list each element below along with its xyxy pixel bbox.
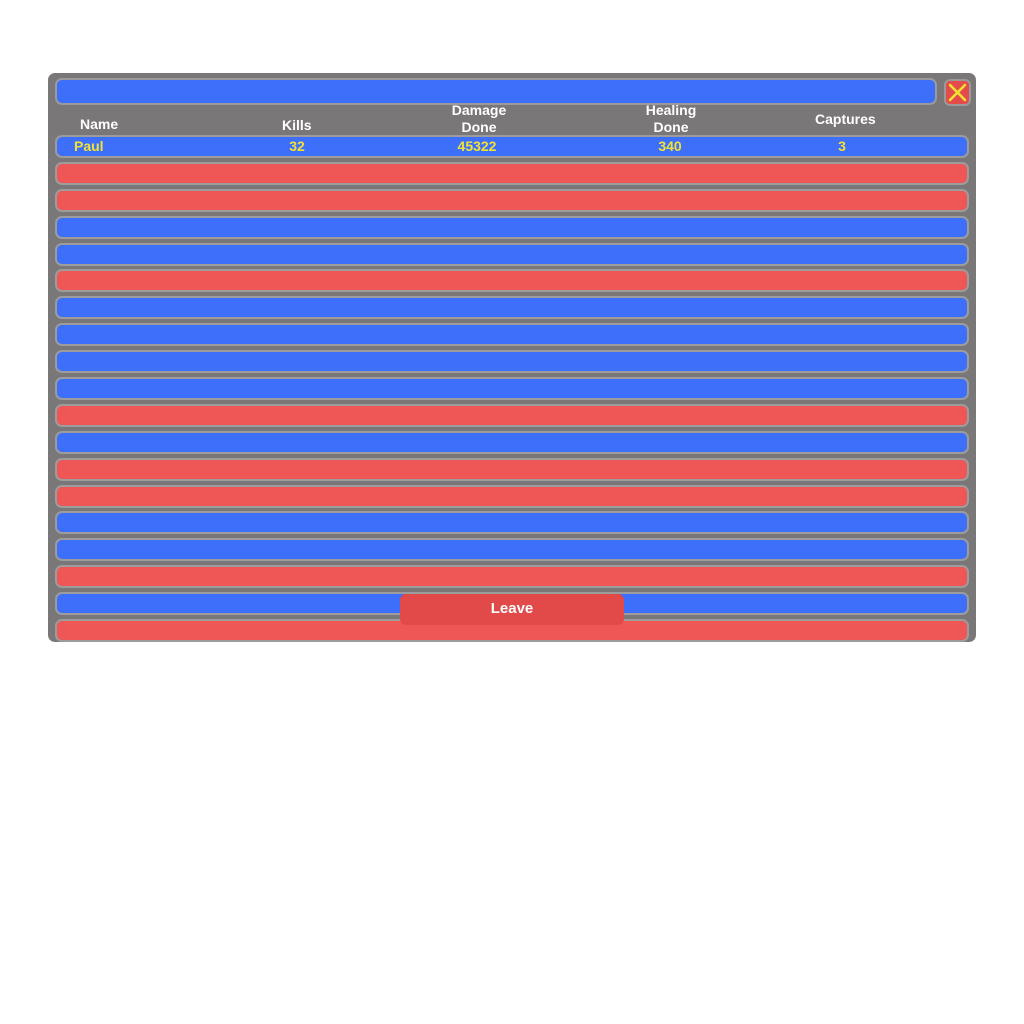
column-header-damage-line2: Done (461, 119, 497, 135)
leave-button[interactable]: Leave (400, 594, 624, 625)
scoreboard-row (55, 269, 969, 293)
player-name: Paul (74, 138, 104, 154)
scoreboard-row (55, 323, 969, 347)
scoreboard-row: Paul 32 45322 340 3 (55, 135, 969, 158)
scoreboard-row (55, 350, 969, 374)
title-bar (55, 78, 937, 105)
scoreboard-row (55, 538, 969, 562)
scoreboard-row (55, 242, 969, 266)
close-x-icon (948, 83, 967, 102)
scoreboard-row (55, 403, 969, 427)
scoreboard-row (55, 215, 969, 239)
scoreboard-row (55, 188, 969, 212)
player-captures: 3 (838, 138, 846, 154)
player-healing: 340 (658, 138, 682, 154)
scoreboard-row (55, 161, 969, 185)
column-header-name: Name (80, 116, 119, 132)
scoreboard-row (55, 511, 969, 535)
player-kills: 32 (289, 138, 305, 154)
scoreboard-row (55, 565, 969, 589)
player-damage: 45322 (457, 138, 497, 154)
scoreboard-rows: Paul 32 45322 340 3 (55, 135, 969, 646)
scoreboard-row (55, 457, 969, 481)
scoreboard-row (55, 296, 969, 320)
scoreboard-panel: Name Kills Damage Done Healing Done Capt… (48, 73, 976, 643)
scoreboard-row (55, 377, 969, 401)
column-header-healing: Healing Done (641, 102, 701, 136)
column-header-captures: Captures (815, 111, 876, 127)
column-header-kills: Kills (282, 117, 312, 133)
scoreboard-row (55, 430, 969, 454)
column-header-healing-line2: Done (653, 119, 689, 135)
column-header-healing-line1: Healing (645, 102, 697, 118)
column-header-damage: Damage Done (448, 102, 510, 136)
column-header-damage-line1: Damage (451, 102, 507, 118)
scoreboard-row (55, 484, 969, 508)
close-button[interactable] (944, 79, 971, 106)
